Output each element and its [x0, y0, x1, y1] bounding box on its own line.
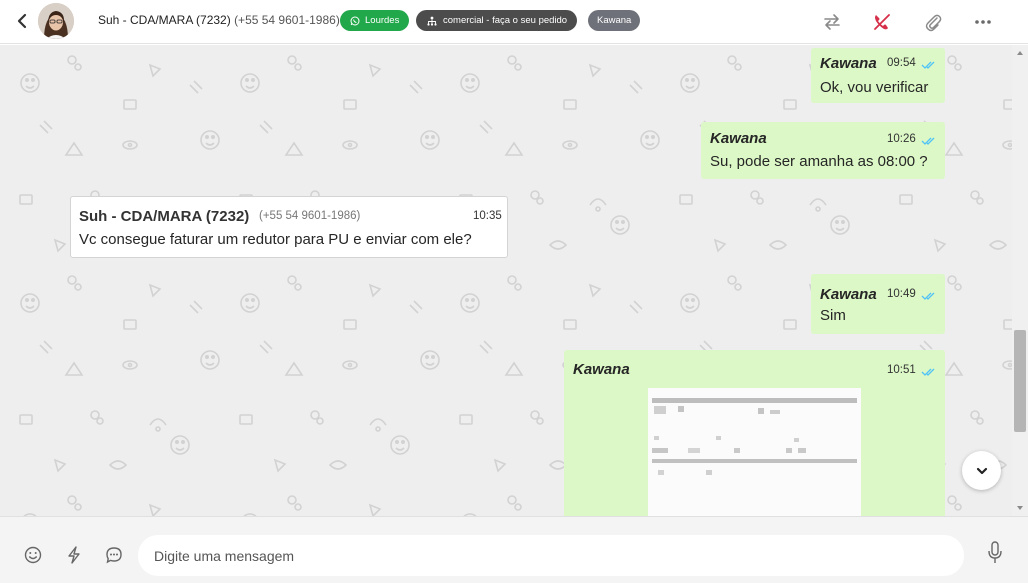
scrollbar-thumb[interactable] — [1014, 330, 1026, 432]
templates-icon[interactable] — [104, 545, 124, 565]
microphone-icon[interactable] — [985, 541, 1005, 563]
message-sender-phone: (+55 54 9601-1986) — [259, 210, 361, 222]
tag-label: Kawana — [597, 15, 632, 26]
message-composer — [0, 516, 1028, 583]
scroll-down-arrow-icon[interactable] — [1017, 506, 1023, 510]
scroll-up-arrow-icon[interactable] — [1017, 51, 1023, 55]
image-attachment[interactable] — [648, 388, 861, 516]
message-text: Ok, vou verificar — [820, 79, 929, 96]
whatsapp-icon — [350, 16, 360, 25]
message-time: 09:54 — [887, 57, 916, 69]
scroll-to-bottom-button[interactable] — [962, 451, 1001, 490]
sitemap-icon — [427, 16, 437, 26]
tag-department[interactable]: comercial - faça o seu pedido — [416, 10, 578, 31]
avatar[interactable] — [38, 3, 74, 39]
message-time: 10:49 — [887, 288, 916, 300]
message-bubble-outgoing[interactable]: Kawana 10:49 Sim — [811, 274, 945, 334]
message-sender: Kawana — [710, 130, 767, 147]
transfer-icon[interactable] — [821, 11, 843, 33]
message-bubble-outgoing[interactable]: Kawana 10:51 — [564, 350, 945, 516]
read-receipt-icon — [921, 368, 935, 376]
emoji-icon[interactable] — [23, 545, 43, 565]
message-bubble-incoming[interactable]: Suh - CDA/MARA (7232) (+55 54 9601-1986)… — [70, 196, 508, 258]
chat-area[interactable]: Kawana 09:54 Ok, vou verificar Kawana 10… — [0, 45, 1028, 516]
tag-label: Lourdes — [365, 15, 400, 26]
more-icon[interactable] — [972, 11, 994, 33]
contact-phone: (+55 54 9601-1986) — [234, 13, 340, 27]
message-sender: Kawana — [820, 55, 877, 72]
chat-header: Suh - CDA/MARA (7232) (+55 54 9601-1986)… — [0, 0, 1028, 44]
message-sender: Kawana — [573, 361, 630, 378]
read-receipt-icon — [921, 61, 935, 69]
message-time: 10:26 — [887, 133, 916, 145]
attach-icon[interactable] — [922, 11, 944, 33]
message-input[interactable] — [138, 535, 964, 576]
tag-label: comercial - faça o seu pedido — [443, 15, 568, 26]
message-bubble-outgoing[interactable]: Kawana 10:26 Su, pode ser amanha as 08:0… — [701, 122, 945, 179]
tag-lourdes[interactable]: Lourdes — [340, 10, 410, 31]
read-receipt-icon — [921, 292, 935, 300]
message-time: 10:51 — [887, 364, 916, 376]
scrollbar[interactable] — [1012, 45, 1028, 516]
chevron-down-icon — [976, 467, 987, 474]
tag-agent[interactable]: Kawana — [588, 10, 641, 31]
message-bubble-outgoing[interactable]: Kawana 09:54 Ok, vou verificar — [811, 48, 945, 103]
message-sender: Suh - CDA/MARA (7232) — [79, 208, 250, 225]
read-receipt-icon — [921, 137, 935, 145]
contact-name-text: Suh - CDA/MARA (7232) — [98, 13, 231, 27]
contact-name[interactable]: Suh - CDA/MARA (7232) (+55 54 9601-1986) — [98, 13, 340, 27]
quick-reply-icon[interactable] — [64, 545, 84, 565]
back-arrow-icon[interactable] — [14, 12, 30, 30]
message-text: Su, pode ser amanha as 08:00 ? — [710, 153, 928, 170]
message-text: Sim — [820, 307, 846, 324]
message-sender: Kawana — [820, 286, 877, 303]
message-text: Vc consegue faturar um redutor para PU e… — [79, 231, 472, 248]
end-call-icon[interactable] — [871, 11, 893, 33]
message-time: 10:35 — [473, 210, 502, 222]
